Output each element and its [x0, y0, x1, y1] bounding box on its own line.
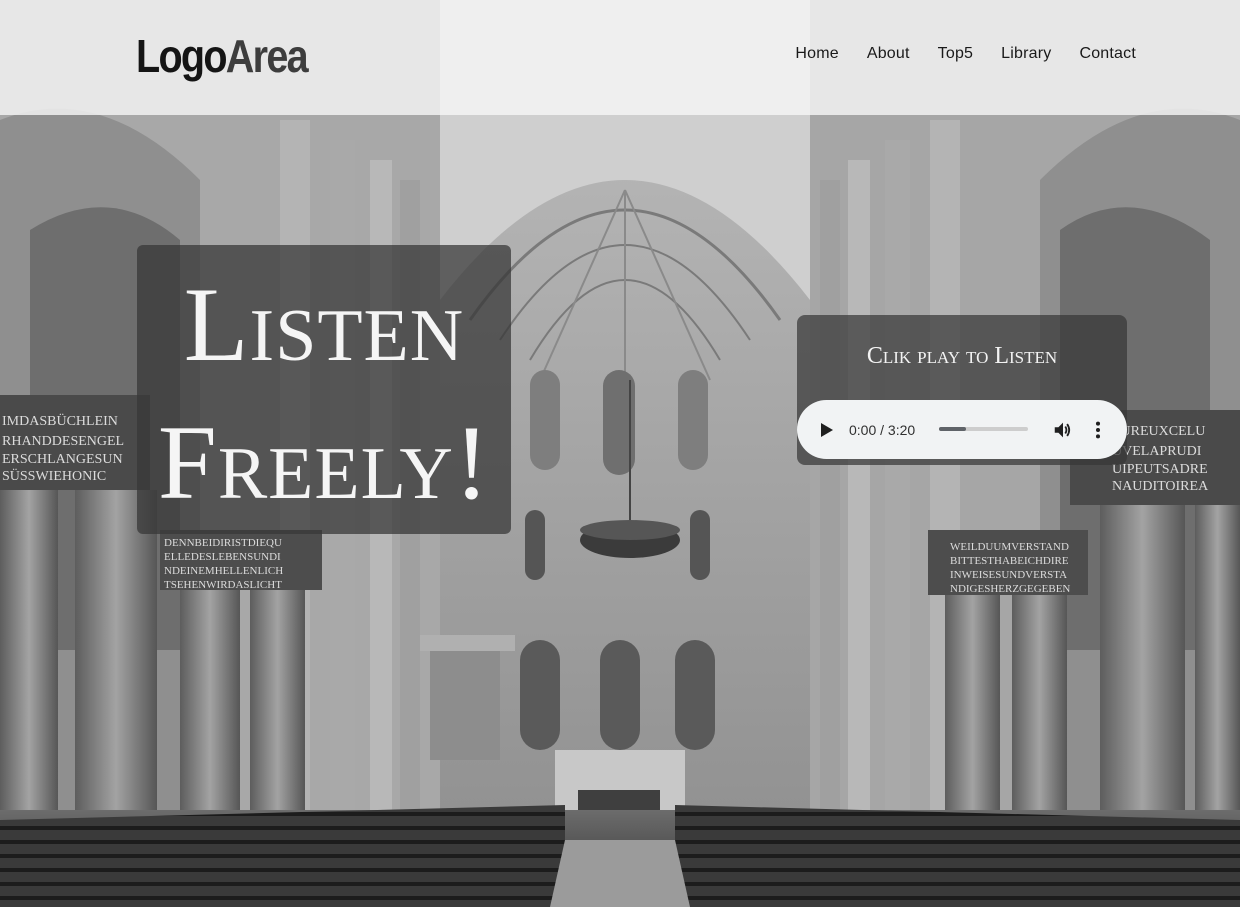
- site-header: LogoArea Home About Top5 Library Contact: [0, 0, 1240, 115]
- svg-text:WEILDUUMVERSTAND: WEILDUUMVERSTAND: [950, 541, 1069, 553]
- hero-title-line2: Freely!: [157, 404, 491, 521]
- nav-library[interactable]: Library: [1001, 44, 1051, 64]
- audio-progress-fill: [939, 427, 966, 431]
- nav-home[interactable]: Home: [795, 44, 838, 64]
- svg-text:NDIGESHERZGEGEBEN: NDIGESHERZGEGEBEN: [950, 583, 1070, 595]
- audio-time: 0:00 / 3:20: [849, 422, 916, 438]
- svg-text:NDEINEMHELLENLICH: NDEINEMHELLENLICH: [164, 565, 283, 577]
- svg-text:IMDASBÜCHLEIN: IMDASBÜCHLEIN: [2, 412, 118, 429]
- svg-text:INWEISESUNDVERSTA: INWEISESUNDVERSTA: [950, 569, 1067, 581]
- audio-player: 0:00 / 3:20: [797, 400, 1127, 459]
- audio-panel-title: Clik play to Listen: [866, 343, 1058, 369]
- page: IMDASBÜCHLEIN RHANDDESENGEL ERSCHLANGESU…: [0, 0, 1240, 907]
- svg-text:BITTESTHABEICHDIRE: BITTESTHABEICHDIRE: [950, 555, 1069, 567]
- main-nav: Home About Top5 Library Contact: [795, 44, 1136, 64]
- logo-text-part2: Area: [225, 30, 309, 82]
- nav-about[interactable]: About: [867, 44, 910, 64]
- volume-icon[interactable]: [1052, 419, 1074, 441]
- logo-text-part1: Logo: [136, 30, 228, 82]
- logo[interactable]: LogoArea: [136, 30, 309, 82]
- more-vert-icon[interactable]: [1087, 419, 1109, 441]
- nav-contact[interactable]: Contact: [1079, 44, 1136, 64]
- svg-text:NAUDITOIREA: NAUDITOIREA: [1112, 479, 1209, 494]
- svg-text:UIPEUTSADRE: UIPEUTSADRE: [1112, 462, 1208, 477]
- svg-text:TSEHENWIRDASLICHT: TSEHENWIRDASLICHT: [164, 579, 282, 591]
- svg-text:RHANDDESENGEL: RHANDDESENGEL: [2, 434, 124, 449]
- audio-progress-bar[interactable]: [939, 427, 1028, 431]
- play-icon[interactable]: [816, 420, 836, 440]
- svg-text:ELLEDESLEBENSUNDI: ELLEDESLEBENSUNDI: [164, 551, 281, 563]
- svg-text:ERSCHLANGESUN: ERSCHLANGESUN: [2, 452, 123, 467]
- svg-text:SÜSSWIEHONIC: SÜSSWIEHONIC: [2, 467, 106, 484]
- hero-title-line1: Listen: [183, 266, 465, 383]
- nav-top5[interactable]: Top5: [938, 44, 974, 64]
- svg-text:DENNBEIDIRISTDIEQU: DENNBEIDIRISTDIEQU: [164, 537, 282, 549]
